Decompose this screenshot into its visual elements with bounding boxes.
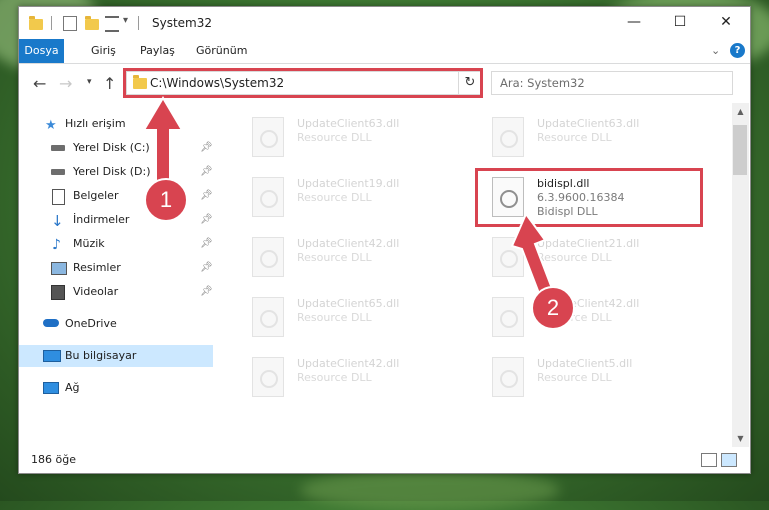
callout-badge-1: 1 — [144, 178, 188, 222]
callout-arrows — [142, 96, 555, 298]
arrow-up-to-address — [142, 96, 184, 185]
arrow-up-to-file — [510, 212, 555, 298]
callout-badge-2: 2 — [531, 286, 575, 330]
